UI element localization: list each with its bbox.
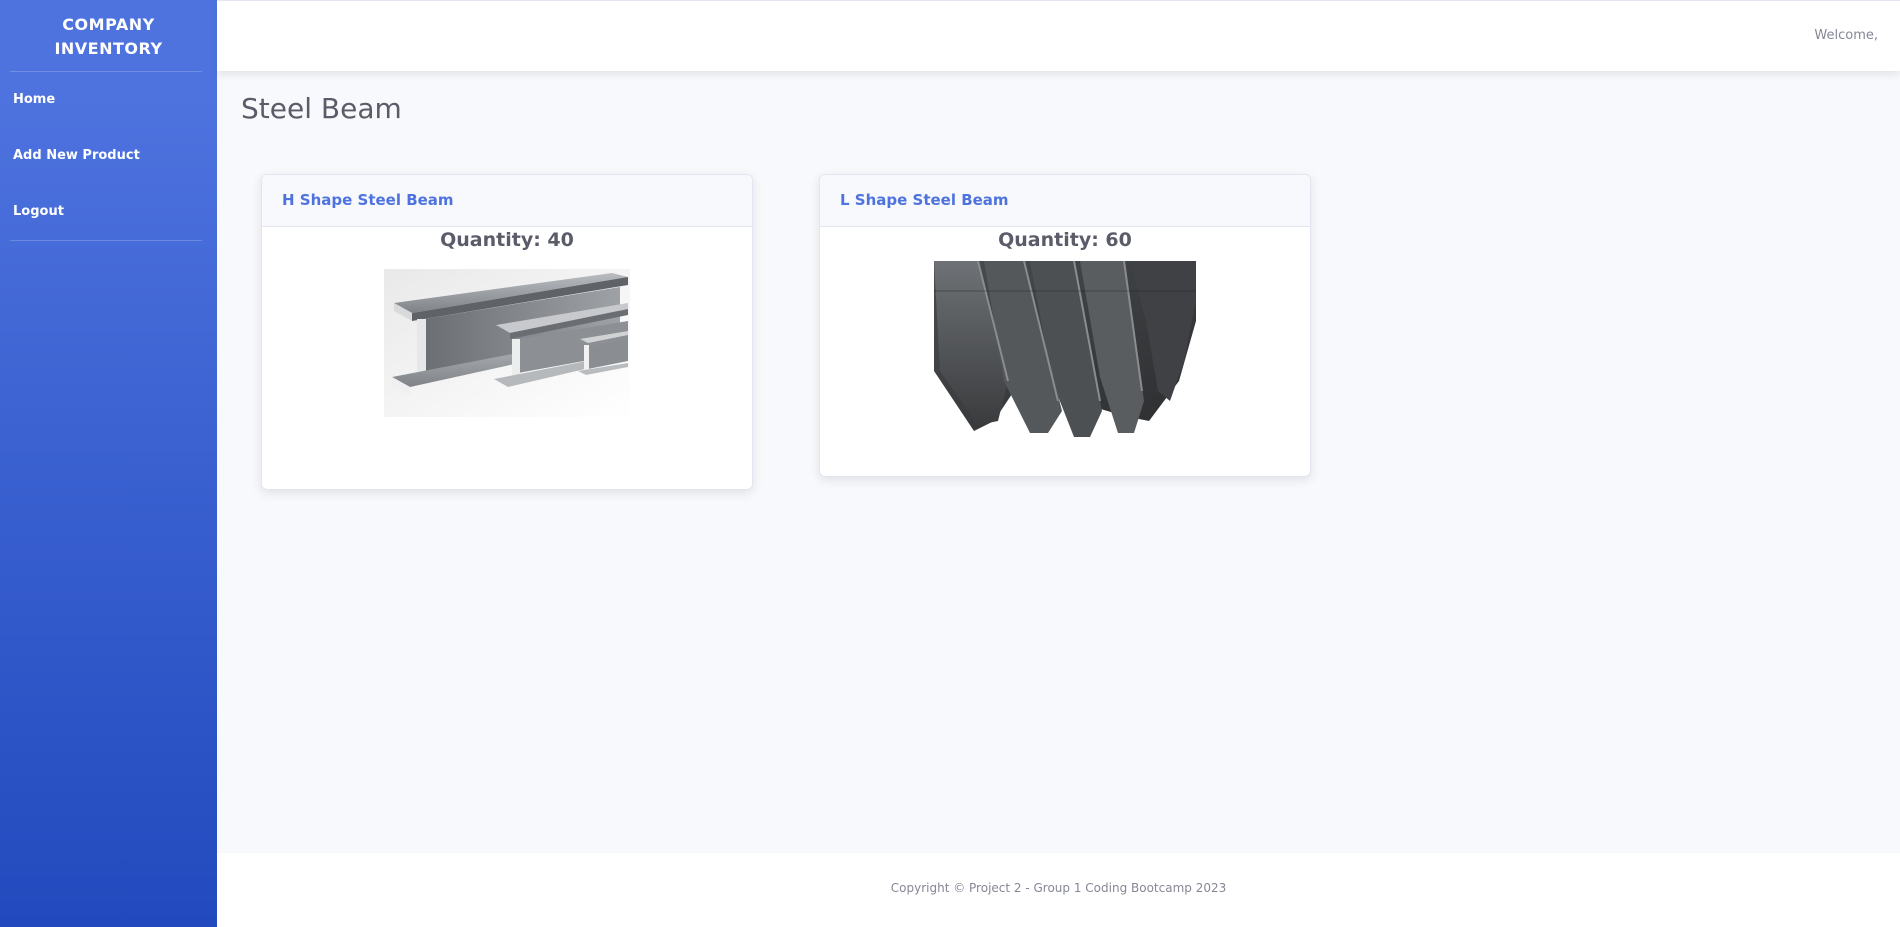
topbar: Welcome,	[217, 0, 1900, 71]
sidebar-divider	[10, 240, 202, 241]
product-card: L Shape Steel Beam Quantity: 60	[819, 174, 1311, 477]
brand[interactable]: COMPANY INVENTORY	[0, 0, 217, 71]
product-quantity: Quantity: 60	[998, 229, 1132, 251]
sidebar-item-add-new-product[interactable]: Add New Product	[0, 128, 217, 184]
card-body: Quantity: 40	[262, 229, 752, 417]
footer: Copyright © Project 2 - Group 1 Coding B…	[217, 853, 1900, 927]
sidebar-item-home[interactable]: Home	[0, 72, 217, 128]
welcome-text[interactable]: Welcome,	[1814, 28, 1878, 43]
brand-line-1: COMPANY	[62, 14, 155, 34]
h-beam-image	[384, 269, 630, 417]
product-name: L Shape Steel Beam	[820, 175, 1310, 227]
sidebar: COMPANY INVENTORY Home Add New Product L…	[0, 0, 217, 927]
product-quantity: Quantity: 40	[440, 229, 574, 251]
l-angle-image	[934, 261, 1196, 451]
copyright-text: Copyright © Project 2 - Group 1 Coding B…	[890, 881, 1227, 895]
page-title: Steel Beam	[241, 92, 402, 125]
product-name: H Shape Steel Beam	[262, 175, 752, 227]
product-card: H Shape Steel Beam Quantity: 40	[261, 174, 753, 490]
brand-line-2: INVENTORY	[54, 38, 163, 58]
sidebar-item-logout[interactable]: Logout	[0, 184, 217, 240]
card-body: Quantity: 60	[820, 229, 1310, 451]
